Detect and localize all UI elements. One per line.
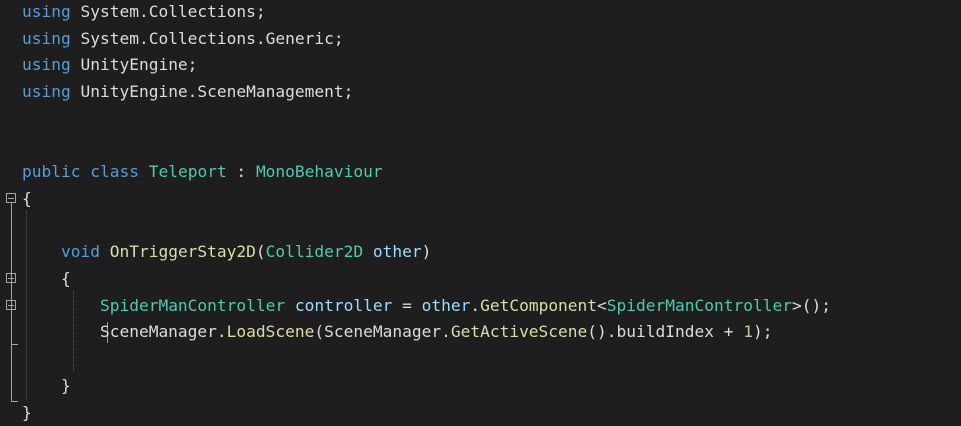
code-token: } [22,403,32,422]
code-token [22,242,61,261]
code-token: 1 [743,322,753,341]
code-token: MonoBehaviour [256,162,383,181]
code-token: { [22,269,71,288]
code-token: ( [256,242,266,261]
code-token: ().buildIndex + [587,322,743,341]
code-line[interactable]: SceneManager.LoadScene(SceneManager.GetA… [22,319,772,346]
fold-end-class [11,401,18,402]
code-token: SpiderManController [100,296,285,315]
code-line[interactable]: } [22,373,71,400]
code-editor[interactable]: using System.Collections;using System.Co… [0,0,961,423]
code-token: OnTriggerStay2D [110,242,256,261]
code-token: UnityEngine.SceneManagement; [71,82,354,101]
code-line[interactable]: SpiderManController controller = other.G… [22,293,831,320]
code-line[interactable]: using UnityEngine; [22,52,197,79]
code-token: using [22,2,71,21]
code-token: (SceneManager. [314,322,450,341]
code-line[interactable]: using System.Collections; [22,0,266,26]
code-token: other [422,296,471,315]
fold-end-method [11,344,18,345]
code-token: Teleport [149,162,227,181]
code-token: System.Collections.Generic; [71,29,344,48]
code-token: using [22,82,71,101]
code-token: using [22,29,71,48]
code-token: : [227,162,256,181]
code-token: } [22,376,71,395]
code-token: GetActiveScene [451,322,587,341]
code-token: UnityEngine; [71,55,198,74]
code-token [22,296,100,315]
code-token: Collider2D [266,242,363,261]
code-token: GetComponent [480,296,597,315]
code-token [139,162,149,181]
code-line[interactable]: using UnityEngine.SceneManagement; [22,79,353,106]
code-token: public [22,162,80,181]
code-token [80,162,90,181]
code-token: class [90,162,139,181]
code-line[interactable]: void OnTriggerStay2D(Collider2D other) [22,239,431,266]
code-token: = [392,296,421,315]
code-token: < [597,296,607,315]
code-token: . [470,296,480,315]
code-token [100,242,110,261]
code-token: SpiderManController [607,296,792,315]
code-token: ); [753,322,773,341]
code-line[interactable]: { [22,266,71,293]
code-line[interactable]: using System.Collections.Generic; [22,26,344,53]
fold-toggle-class[interactable] [6,193,16,203]
code-token: >(); [792,296,831,315]
code-token: controller [295,296,392,315]
code-token: ) [422,242,432,261]
code-line[interactable]: public class Teleport : MonoBehaviour [22,159,383,186]
code-token: SceneManager. [22,322,227,341]
code-line[interactable]: } [22,400,32,426]
code-line[interactable]: { [22,186,32,213]
code-token [285,296,295,315]
code-token: { [22,189,32,208]
code-token [363,242,373,261]
code-token: LoadScene [227,322,315,341]
code-token: void [61,242,100,261]
code-token: other [373,242,422,261]
fold-line-class [11,203,12,401]
code-token: System.Collections; [71,2,266,21]
code-token: using [22,55,71,74]
